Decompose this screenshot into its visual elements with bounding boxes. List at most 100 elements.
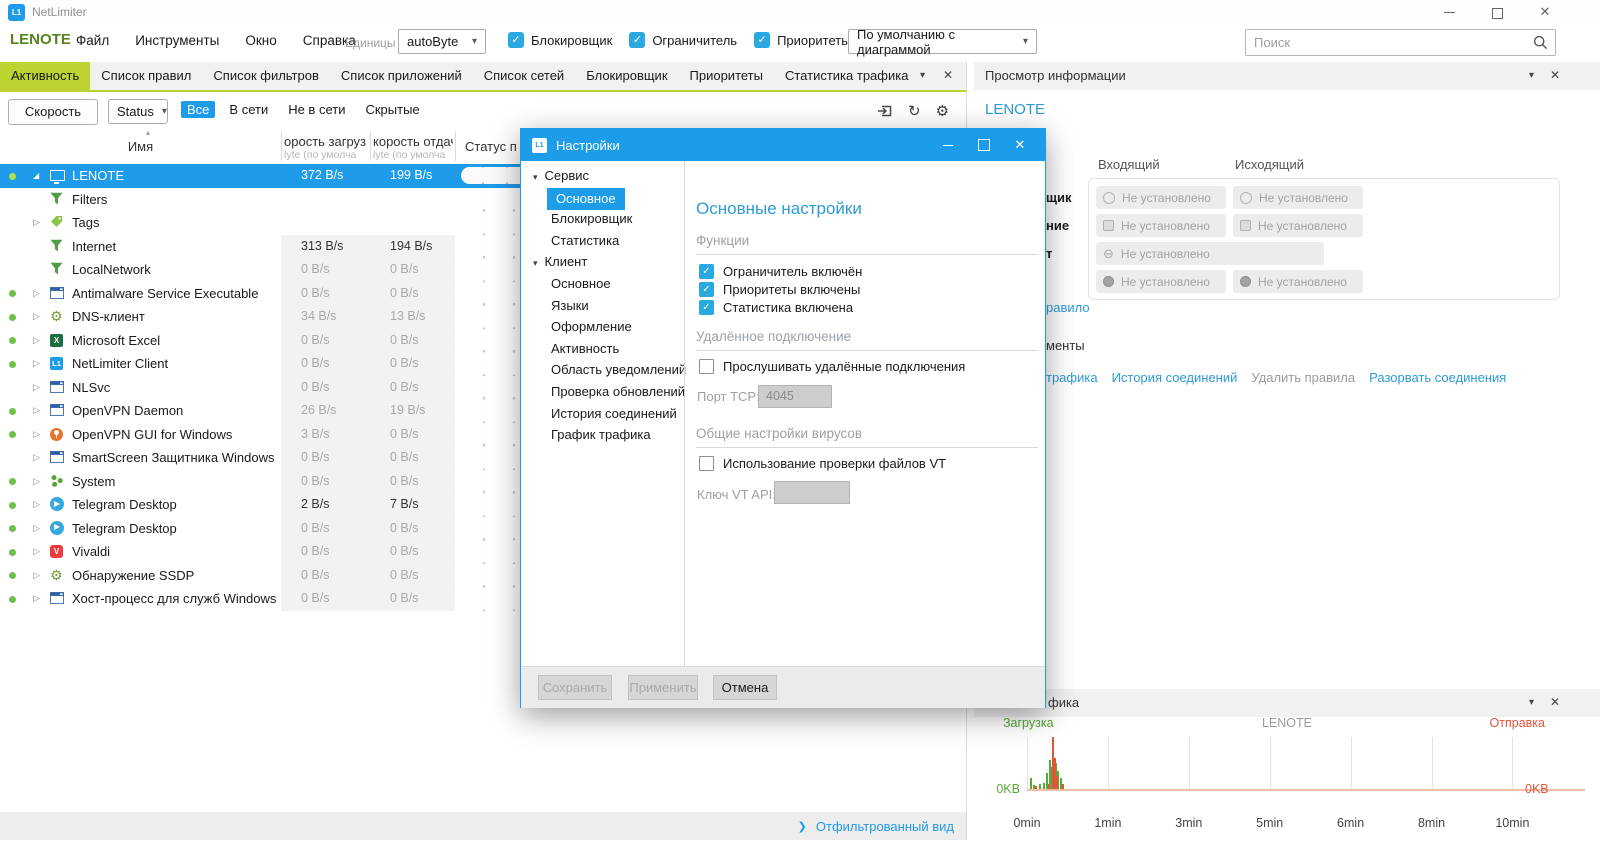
feature-toggle[interactable]: ✓ Ограничитель <box>629 32 737 48</box>
tab-статистика-трафика[interactable]: Статистика трафика <box>774 62 919 90</box>
expander-icon[interactable]: ▷ <box>33 282 40 306</box>
tab-приоритеты[interactable]: Приоритеты <box>679 62 774 90</box>
search-box[interactable] <box>1245 29 1556 56</box>
unset-value-pill[interactable]: ⊖ Не установлено <box>1096 242 1324 265</box>
refresh-icon[interactable]: ↻ <box>908 102 921 120</box>
dialog-titlebar[interactable]: L1 Настройки ✕ <box>521 129 1045 161</box>
settings-tree-item-основное[interactable]: Основное <box>551 274 611 294</box>
settings-tree-item-активность[interactable]: Активность <box>551 339 619 359</box>
chart-panel-close-icon[interactable]: ✕ <box>1550 695 1560 709</box>
function-checkbox-row[interactable]: ✓ Ограничитель включён <box>699 264 862 279</box>
expander-icon[interactable]: ▷ <box>33 423 40 447</box>
expander-icon[interactable]: ▷ <box>33 305 40 329</box>
remote-listen-checkbox-row[interactable]: Прослушивать удалённые подключения <box>699 359 965 374</box>
info-action-link[interactable]: трафика <box>1046 370 1098 385</box>
checkbox-checked-icon[interactable]: ✓ <box>699 264 714 279</box>
tab-блокировщик[interactable]: Блокировщик <box>575 62 678 90</box>
vt-check-checkbox-row[interactable]: Использование проверки файлов VT <box>699 456 946 471</box>
expander-icon[interactable]: ▷ <box>33 540 40 564</box>
filtered-view-link[interactable]: Отфильтрованный вид <box>816 819 954 834</box>
unset-value-pill[interactable]: Не установлено <box>1096 186 1226 209</box>
menu-item[interactable]: Окно <box>245 33 276 48</box>
unset-value-pill[interactable]: Не установлено <box>1096 270 1226 293</box>
feature-toggle[interactable]: ✓ Приоритеты <box>754 32 851 48</box>
unset-value-pill[interactable]: Не установлено <box>1233 214 1363 237</box>
unset-value-pill[interactable]: Не установлено <box>1233 270 1363 293</box>
settings-tree-item-статистика[interactable]: Статистика <box>551 231 619 251</box>
column-header-name[interactable]: Имя <box>0 139 281 154</box>
column-header-upload[interactable]: корость отдач <box>373 134 453 149</box>
function-checkbox-row[interactable]: ✓ Приоритеты включены <box>699 282 860 298</box>
restore-button[interactable] <box>1480 0 1514 24</box>
settings-tree-item-сервис[interactable]: ▾ Сервис <box>533 166 589 186</box>
chart-panel-caret-down-icon[interactable]: ▾ <box>1529 697 1534 708</box>
info-action-link[interactable]: История соединений <box>1112 370 1238 385</box>
settings-tree-item-проверка-обновлений[interactable]: Проверка обновлений <box>551 382 685 402</box>
undock-icon[interactable] <box>876 104 893 118</box>
dialog-maximize-button[interactable] <box>967 129 1001 161</box>
unset-value-pill[interactable]: Не установлено <box>1096 214 1226 237</box>
expander-icon[interactable]: ▷ <box>33 352 40 376</box>
checkbox-checked-icon[interactable]: ✓ <box>629 32 646 48</box>
checkbox-unchecked-icon[interactable] <box>699 456 714 471</box>
view-filter-скрытые[interactable]: Скрытые <box>359 101 425 118</box>
feature-toggle[interactable]: ✓ Блокировщик <box>508 32 612 48</box>
settings-gear-icon[interactable]: ⚙ <box>936 102 949 120</box>
menu-item[interactable]: Инструменты <box>135 33 219 48</box>
settings-tree-item-основное[interactable]: Основное <box>547 187 625 210</box>
column-header-status[interactable]: Статус п <box>465 139 517 154</box>
tab-список-сетей[interactable]: Список сетей <box>473 62 575 90</box>
column-header-download[interactable]: орость загруз <box>284 134 368 149</box>
tabstrip-close-icon[interactable]: ✕ <box>943 68 953 82</box>
info-panel-caret-down-icon[interactable]: ▾ <box>1529 70 1534 81</box>
settings-tree-item-график-трафика[interactable]: График трафика <box>551 425 651 445</box>
tab-список-фильтров[interactable]: Список фильтров <box>202 62 330 90</box>
settings-tree-item-история-соединений[interactable]: История соединений <box>551 404 677 424</box>
expander-icon[interactable]: ▷ <box>33 211 40 235</box>
profile-name[interactable]: LENOTE <box>10 31 71 48</box>
expander-icon[interactable]: ▷ <box>33 376 40 400</box>
view-filter-не-в-сети[interactable]: Не в сети <box>282 101 351 118</box>
view-filter-все[interactable]: Все <box>181 101 216 118</box>
dialog-close-button[interactable]: ✕ <box>1003 129 1037 161</box>
checkbox-unchecked-icon[interactable] <box>699 359 714 374</box>
expander-icon[interactable]: ◢ <box>33 164 39 188</box>
settings-tree-item-блокировщик[interactable]: Блокировщик <box>551 209 632 229</box>
expander-icon[interactable]: ▷ <box>33 517 40 541</box>
tabstrip-caret-down-icon[interactable]: ▾ <box>920 70 925 81</box>
expander-icon[interactable]: ▷ <box>33 493 40 517</box>
menu-item[interactable]: Файл <box>76 33 109 48</box>
add-rule-link[interactable]: равило <box>1046 300 1090 315</box>
view-filter-в-сети[interactable]: В сети <box>223 101 274 118</box>
minimize-button[interactable] <box>1432 0 1466 24</box>
expander-icon[interactable]: ▷ <box>33 564 40 588</box>
search-input[interactable] <box>1246 35 1533 50</box>
отмена-button[interactable]: Отмена <box>713 675 777 700</box>
checkbox-checked-icon[interactable]: ✓ <box>699 282 714 298</box>
settings-tree-item-клиент[interactable]: ▾ Клиент <box>533 252 587 272</box>
speed-button[interactable]: Скорость <box>8 99 98 125</box>
status-dropdown[interactable]: Status ▾ <box>108 99 168 124</box>
expander-icon[interactable]: ▷ <box>33 399 40 423</box>
function-checkbox-row[interactable]: ✓ Статистика включена <box>699 300 853 316</box>
settings-tree-item-языки[interactable]: Языки <box>551 296 589 316</box>
expander-icon[interactable]: ▷ <box>33 329 40 353</box>
checkbox-checked-icon[interactable]: ✓ <box>508 32 524 48</box>
dialog-minimize-button[interactable] <box>931 129 965 161</box>
info-action-link[interactable]: Разорвать соединения <box>1369 370 1506 385</box>
checkbox-checked-icon[interactable]: ✓ <box>754 32 771 48</box>
tab-список-правил[interactable]: Список правил <box>90 62 202 90</box>
layout-select[interactable]: По умолчанию с диаграммой ▾ <box>848 27 1037 57</box>
unset-value-pill[interactable]: Не установлено <box>1233 186 1363 209</box>
close-button[interactable]: ✕ <box>1528 0 1562 24</box>
expander-icon[interactable]: ▷ <box>33 587 40 611</box>
tab-список-приложений[interactable]: Список приложений <box>330 62 473 90</box>
settings-tree-item-область-уведомлений[interactable]: Область уведомлений <box>551 360 686 380</box>
info-panel-close-icon[interactable]: ✕ <box>1550 68 1560 82</box>
expander-icon[interactable]: ▷ <box>33 470 40 494</box>
units-select[interactable]: autoByte ▾ <box>398 29 486 54</box>
tab-активность[interactable]: Активность <box>0 62 91 90</box>
checkbox-checked-icon[interactable]: ✓ <box>699 300 714 316</box>
settings-tree-item-оформление[interactable]: Оформление <box>551 317 632 337</box>
expander-icon[interactable]: ▷ <box>33 446 40 470</box>
